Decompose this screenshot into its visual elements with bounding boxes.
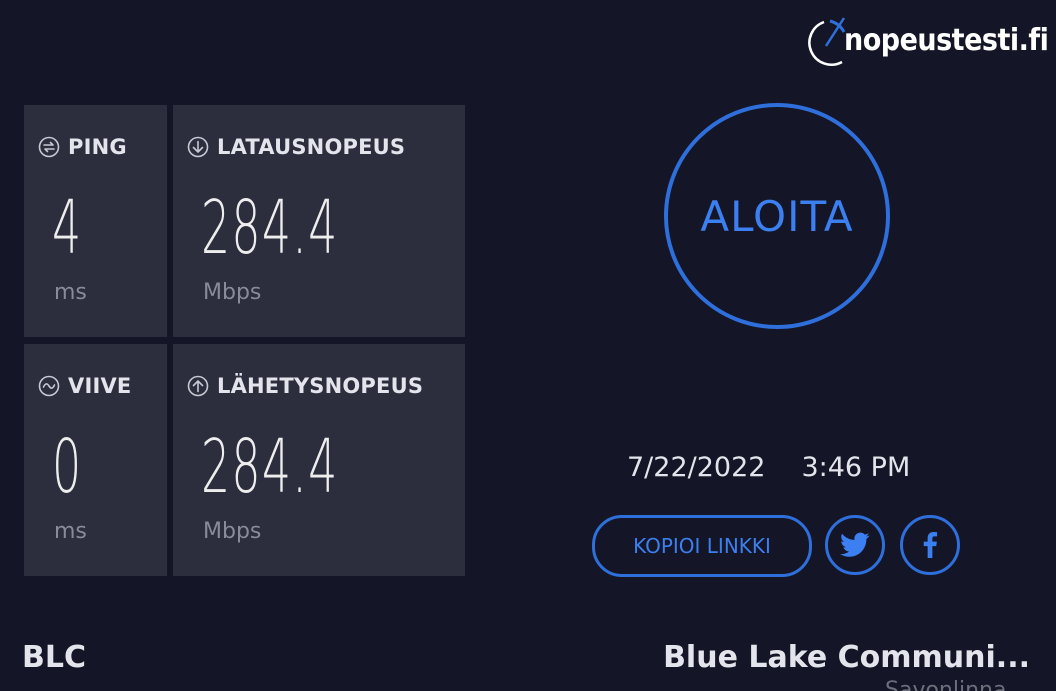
provider-short-name: BLC xyxy=(22,640,86,675)
download-title: LATAUSNOPEUS xyxy=(187,135,405,159)
twitter-icon xyxy=(840,532,870,557)
wave-icon xyxy=(38,375,60,397)
upload-tile: LÄHETYSNOPEUS 284.4 Mbps xyxy=(173,344,465,576)
facebook-icon xyxy=(923,532,938,558)
ping-label: PING xyxy=(68,135,127,159)
twitter-share-button[interactable] xyxy=(825,515,885,575)
provider-long-name: Blue Lake Communi... xyxy=(663,640,1030,675)
upload-value: 284.4 xyxy=(201,424,339,510)
ping-tile: PING 4 ms xyxy=(24,105,167,337)
result-date: 7/22/2022 xyxy=(627,452,766,483)
ping-unit: ms xyxy=(54,280,87,305)
result-time: 3:46 PM xyxy=(801,452,911,483)
upload-unit: Mbps xyxy=(203,519,262,544)
upload-title: LÄHETYSNOPEUS xyxy=(187,374,423,398)
ping-title: PING xyxy=(38,135,127,159)
copy-link-button[interactable]: KOPIOI LINKKI xyxy=(592,515,812,577)
ping-icon xyxy=(38,136,60,158)
ping-value: 4 xyxy=(52,185,83,271)
upload-arrow-icon xyxy=(187,375,209,397)
site-logo[interactable]: nopeustesti.fi xyxy=(800,10,1049,70)
download-label: LATAUSNOPEUS xyxy=(217,135,406,159)
provider-city: Savonlinna xyxy=(885,678,1007,691)
result-timestamp: 7/22/2022 3:46 PM xyxy=(627,452,910,483)
download-tile: LATAUSNOPEUS 284.4 Mbps xyxy=(173,105,465,337)
logo-text: nopeustesti.fi xyxy=(844,23,1049,58)
upload-label: LÄHETYSNOPEUS xyxy=(217,374,424,398)
jitter-value: 0 xyxy=(52,424,83,510)
jitter-title: VIIVE xyxy=(38,374,131,398)
start-test-button[interactable]: ALOITA xyxy=(664,103,890,329)
download-value: 284.4 xyxy=(201,185,339,271)
start-test-label: ALOITA xyxy=(700,191,854,241)
facebook-share-button[interactable] xyxy=(900,515,960,575)
copy-link-label: KOPIOI LINKKI xyxy=(633,534,771,558)
download-arrow-icon xyxy=(187,136,209,158)
jitter-unit: ms xyxy=(54,519,87,544)
speedometer-logo-icon xyxy=(808,17,846,66)
download-unit: Mbps xyxy=(203,280,262,305)
jitter-tile: VIIVE 0 ms xyxy=(24,344,167,576)
jitter-label: VIIVE xyxy=(68,374,132,398)
